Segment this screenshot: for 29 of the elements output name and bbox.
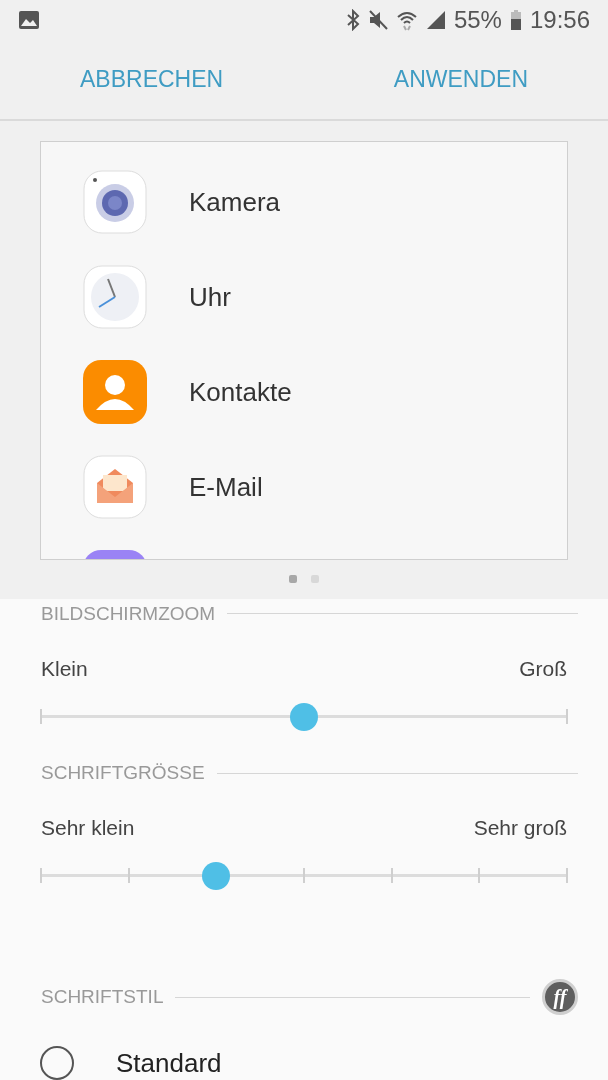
person-icon — [83, 360, 147, 425]
section-heading: SCHRIFTGRÖSSE — [41, 762, 205, 785]
font-style-icon[interactable]: ff — [542, 979, 578, 1015]
section-heading: SCHRIFTSTIL — [41, 986, 164, 1008]
app-name: E-Mail — [189, 471, 263, 503]
image-icon — [18, 8, 40, 31]
min-label: Sehr klein — [41, 816, 135, 841]
battery-percent: 55% — [453, 5, 502, 34]
slider-thumb[interactable] — [202, 862, 231, 891]
section-heading: BILDSCHIRMZOOM — [41, 602, 216, 625]
option-label: Standard — [116, 1047, 222, 1079]
battery-icon — [509, 8, 522, 31]
camera-icon — [83, 170, 147, 235]
apply-button[interactable]: ANWENDEN — [393, 59, 528, 99]
clock-time: 19:56 — [529, 5, 590, 34]
app-name: Kamera — [189, 186, 281, 218]
app-name: Kontakte — [189, 376, 292, 408]
muted-speaker-icon — [367, 8, 388, 31]
min-label: Klein — [41, 656, 88, 681]
slider[interactable] — [41, 860, 567, 891]
slider-thumb[interactable] — [290, 702, 318, 731]
app-name: Uhr — [189, 281, 231, 313]
clock-icon — [83, 265, 147, 330]
cancel-button[interactable]: ABBRECHEN — [80, 59, 224, 99]
bluetooth-icon — [345, 8, 360, 31]
radio-button[interactable] — [40, 1046, 74, 1080]
max-label: Sehr groß — [473, 816, 567, 841]
max-label: Groß — [519, 656, 567, 681]
envelope-icon — [83, 455, 147, 520]
